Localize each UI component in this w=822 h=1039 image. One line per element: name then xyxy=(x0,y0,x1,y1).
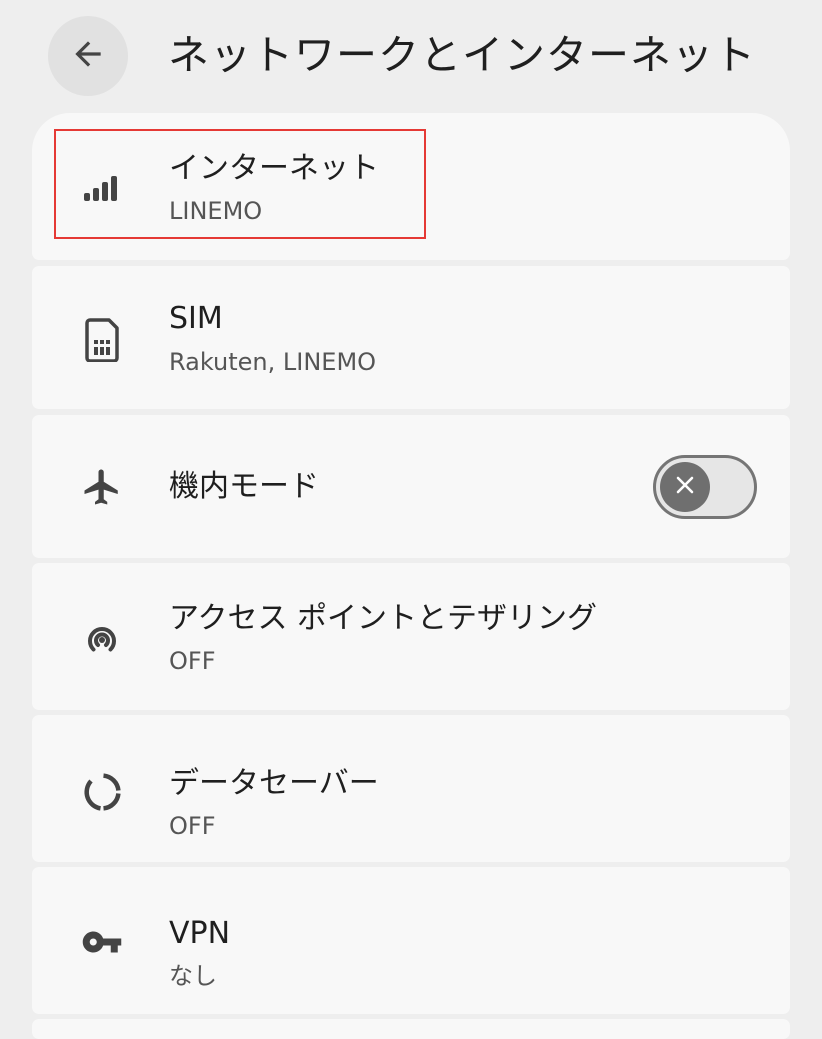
sim-item[interactable]: SIM Rakuten, LINEMO xyxy=(32,266,790,409)
highlight-box xyxy=(54,129,426,239)
airplane-mode-title: 機内モード xyxy=(169,469,319,504)
sim-title: SIM xyxy=(169,301,223,336)
arrow-back-icon xyxy=(69,35,107,77)
vpn-title: VPN xyxy=(169,916,231,951)
airplane-icon xyxy=(80,465,124,509)
data-saver-title: データセーバー xyxy=(169,766,379,801)
data-saver-subtitle: OFF xyxy=(169,812,216,840)
page-title: ネットワークとインターネット xyxy=(168,31,756,79)
airplane-mode-item[interactable]: 機内モード xyxy=(32,415,790,558)
hotspot-tethering-title: アクセス ポイントとテザリング xyxy=(169,601,598,636)
hotspot-tethering-subtitle: OFF xyxy=(169,647,216,675)
airplane-mode-toggle[interactable] xyxy=(653,455,757,519)
toggle-knob xyxy=(660,462,710,512)
close-icon xyxy=(674,474,696,500)
data-saver-item[interactable]: データセーバー OFF xyxy=(32,715,790,862)
key-icon xyxy=(80,920,124,964)
sim-subtitle: Rakuten, LINEMO xyxy=(169,348,377,376)
vpn-subtitle: なし xyxy=(169,962,217,990)
sim-card-icon xyxy=(80,318,124,362)
back-button[interactable] xyxy=(48,16,128,96)
next-item-partial xyxy=(32,1019,790,1039)
app-bar: ネットワークとインターネット xyxy=(0,0,822,112)
vpn-item[interactable]: VPN なし xyxy=(32,867,790,1014)
data-saver-icon xyxy=(80,770,124,814)
hotspot-text-layer: アクセス ポイントとテザリング OFF xyxy=(32,563,790,710)
